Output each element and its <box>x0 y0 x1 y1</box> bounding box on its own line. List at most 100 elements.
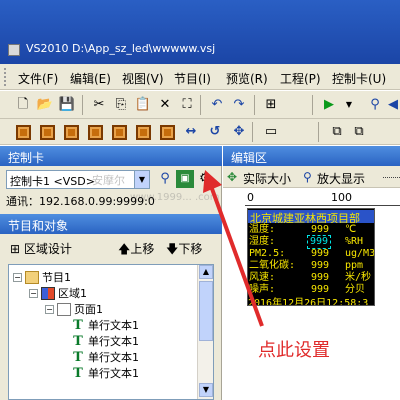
tree-item-label: 单行文本1 <box>88 319 139 332</box>
led-row: PM2.5: 999 ug/M3 <box>249 248 374 260</box>
debug-icon[interactable]: ⚲ <box>366 96 384 114</box>
tree-item-label: 节目1 <box>42 271 71 284</box>
layer-2-icon[interactable]: ⧉ <box>350 123 368 141</box>
area-design-label: 区域设计 <box>23 242 72 256</box>
toolbar-dotted-line <box>383 177 400 178</box>
tree-item-label: 单行文本1 <box>88 367 139 380</box>
tree-item-text[interactable]: T 单行文本1 <box>71 317 139 333</box>
toolbar-separator <box>318 122 319 142</box>
led-value: 999 <box>311 272 330 283</box>
menu-file[interactable]: 文件(F) <box>18 70 58 87</box>
expand-h-icon[interactable]: ↔ <box>182 123 200 141</box>
move-up-label: 上移 <box>130 242 155 256</box>
window-icon[interactable]: ▭ <box>262 123 280 141</box>
tree-scrollbar[interactable]: ▲ ▼ <box>197 265 213 399</box>
toolbar-separator <box>254 95 255 115</box>
led-label: 温度: <box>249 224 276 235</box>
menu-edit[interactable]: 编辑(E) <box>70 70 111 87</box>
led-label: 二氧化碳: <box>249 260 296 271</box>
card-settings-icon[interactable]: ▣ <box>176 170 194 188</box>
move-up-button[interactable]: 🡅上移 <box>118 240 154 261</box>
menu-project[interactable]: 工程(P) <box>280 70 321 87</box>
card-tool-icon[interactable]: ⚙ <box>196 170 214 188</box>
menu-preview[interactable]: 预览(R) <box>226 70 268 87</box>
square-4-icon[interactable] <box>86 123 104 141</box>
chevron-down-icon[interactable]: ▼ <box>134 171 149 188</box>
toolbar-separator <box>312 95 313 115</box>
actual-size-button[interactable]: 实际大小 <box>243 170 291 187</box>
led-datetime: 2016年12月26日12:58:3 <box>248 298 369 306</box>
object-tree: − 节目1 − 区域1 − 页面1 T 单行文本1 T 单行文本1 T 单行文本… <box>8 264 214 400</box>
led-unit: 米/秒 <box>345 272 372 283</box>
delete-icon[interactable]: ✕ <box>156 96 174 114</box>
toolbar-separator <box>252 122 253 142</box>
program-icon <box>25 270 39 284</box>
tree-item-text[interactable]: T 单行文本1 <box>71 365 139 381</box>
new-file-icon[interactable]: 🗋 <box>14 96 32 114</box>
fullscreen-icon[interactable]: ✥ <box>230 123 248 141</box>
tree-item-area[interactable]: − 区域1 <box>29 285 87 301</box>
square-3-icon[interactable] <box>62 123 80 141</box>
arrow-down-icon: 🡇 <box>166 242 179 256</box>
scroll-up-icon[interactable]: ▲ <box>199 265 213 279</box>
led-unit: %RH <box>345 236 364 247</box>
objects-header: 节目和对象 <box>0 214 222 234</box>
led-unit: ℃ <box>345 224 357 235</box>
cut-icon[interactable]: ✂ <box>90 96 108 114</box>
led-value: 999 <box>311 260 330 271</box>
square-5-icon[interactable] <box>110 123 128 141</box>
layer-1-icon[interactable]: ⧉ <box>328 123 346 141</box>
square-1-icon[interactable] <box>14 123 32 141</box>
tree-item-program[interactable]: − 节目1 <box>13 269 71 285</box>
search-card-icon[interactable]: ⚲ <box>156 170 174 188</box>
tree-item-label: 单行文本1 <box>88 335 139 348</box>
config-icon[interactable]: ◀ <box>384 96 400 114</box>
open-folder-icon[interactable]: 📂 <box>36 96 54 114</box>
area-design-button[interactable]: ⊞ 区域设计 <box>10 240 72 257</box>
select-icon[interactable]: ⛶ <box>178 96 196 114</box>
editor-header: 编辑区 <box>223 146 400 166</box>
tree-item-page[interactable]: − 页面1 <box>45 301 103 317</box>
collapse-icon[interactable]: − <box>45 304 54 314</box>
text-icon: T <box>73 333 83 349</box>
text-icon: T <box>73 349 83 365</box>
arrow-up-icon: 🡅 <box>118 242 131 256</box>
move-down-button[interactable]: 🡇下移 <box>166 240 202 261</box>
undo-icon[interactable]: ↶ <box>208 96 226 114</box>
led-value-selected[interactable]: 999 <box>307 235 332 249</box>
led-row: 二氧化碳: 999 ppm <box>249 260 374 272</box>
collapse-icon[interactable]: − <box>29 288 38 298</box>
led-preview[interactable]: 北京城建亚林西项目部 温度: 999 ℃ 湿度: 999 %RH PM2.5: … <box>247 208 375 306</box>
menu-view[interactable]: 视图(V) <box>122 70 164 87</box>
rotate-left-icon[interactable]: ↺ <box>206 123 224 141</box>
save-icon[interactable]: 💾 <box>58 96 76 114</box>
square-2-icon[interactable] <box>38 123 56 141</box>
copy-icon[interactable]: ⎘ <box>112 96 130 114</box>
paste-icon[interactable]: 📋 <box>134 96 152 114</box>
editor-toolbar: ✥ 实际大小 ⚲ 放大显示 <box>223 166 400 188</box>
tree-item-text[interactable]: T 单行文本1 <box>71 333 139 349</box>
scroll-down-icon[interactable]: ▼ <box>199 383 213 397</box>
collapse-icon[interactable]: − <box>13 272 22 282</box>
menu-program[interactable]: 节目(I) <box>174 70 211 87</box>
zoom-button[interactable]: 放大显示 <box>317 170 365 187</box>
title-bar: VS2010 D:\App_sz_led\wwwww.vsj <box>0 0 400 64</box>
tree-item-text[interactable]: T 单行文本1 <box>71 349 139 365</box>
led-value: 999 <box>311 248 330 259</box>
move-down-label: 下移 <box>178 242 203 256</box>
window-title: VS2010 D:\App_sz_led\wwwww.vsj <box>26 42 216 55</box>
led-title: 北京城建亚林西项目部 <box>248 210 374 223</box>
standard-toolbar: 🗋 📂 💾 ✂ ⎘ 📋 ✕ ⛶ ↶ ↷ ⊞ ▶ ▼ ⚲ ◀ <box>0 91 400 119</box>
led-row: 风速: 999 米/秒 <box>249 272 374 284</box>
scroll-thumb[interactable] <box>199 281 213 341</box>
control-card-select[interactable]: 控制卡1 <VSD> ▼ <box>6 170 150 189</box>
watermark: 安摩尔 <box>92 174 125 187</box>
menu-control-card[interactable]: 控制卡(U) <box>332 70 386 87</box>
grid-icon[interactable]: ⊞ <box>262 96 280 114</box>
play-icon[interactable]: ▶ <box>320 96 338 114</box>
page-icon <box>57 302 71 316</box>
redo-icon[interactable]: ↷ <box>230 96 248 114</box>
square-7-icon[interactable] <box>158 123 176 141</box>
square-6-icon[interactable] <box>134 123 152 141</box>
dropdown-icon[interactable]: ▼ <box>340 96 358 114</box>
